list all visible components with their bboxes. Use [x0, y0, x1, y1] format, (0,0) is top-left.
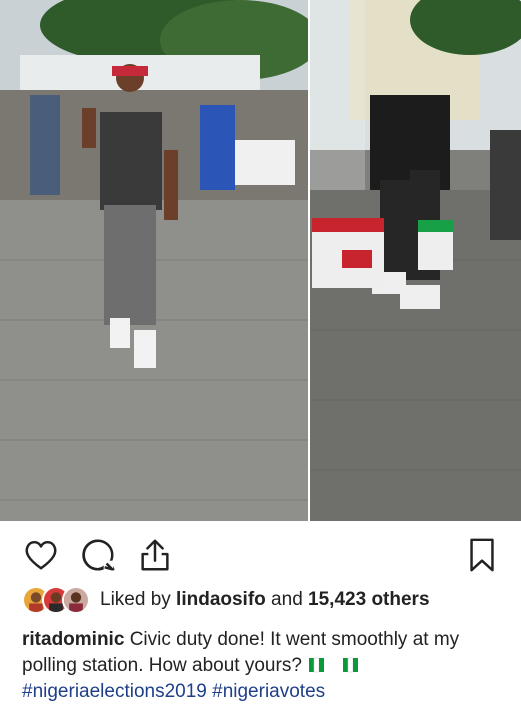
liker-avatars: [22, 586, 90, 614]
liked-by-username[interactable]: lindaosifo: [176, 589, 266, 610]
post-image-collage[interactable]: [0, 0, 521, 521]
likes-count[interactable]: 15,423 others: [308, 589, 429, 610]
photo-ballot-box: [310, 0, 521, 521]
photo-woman-waving: [0, 0, 308, 521]
caption-username[interactable]: ritadominic: [22, 629, 124, 650]
post-caption: ritadominic Civic duty done! It went smo…: [22, 627, 507, 705]
comment-button[interactable]: [79, 536, 117, 574]
nigeria-flag-emoji-icon: [309, 657, 359, 673]
avatar[interactable]: [62, 586, 90, 614]
bookmark-icon: [470, 538, 494, 572]
share-button[interactable]: [136, 536, 174, 574]
heart-icon: [25, 540, 57, 570]
photo-left[interactable]: [0, 0, 308, 521]
share-icon: [141, 539, 169, 571]
post-action-bar: [0, 536, 521, 576]
comment-icon: [82, 539, 115, 571]
likes-middle: and: [265, 589, 309, 610]
likes-prefix: Liked by: [100, 589, 177, 610]
likes-row: Liked by lindaosifo and 15,423 others: [22, 584, 430, 616]
caption-hashtags[interactable]: #nigeriaelections2019 #nigeriavotes: [22, 681, 325, 702]
likes-text[interactable]: Liked by lindaosifo and 15,423 others: [100, 589, 430, 611]
bookmark-button[interactable]: [463, 536, 501, 574]
like-button[interactable]: [22, 536, 60, 574]
photo-right[interactable]: [310, 0, 521, 521]
